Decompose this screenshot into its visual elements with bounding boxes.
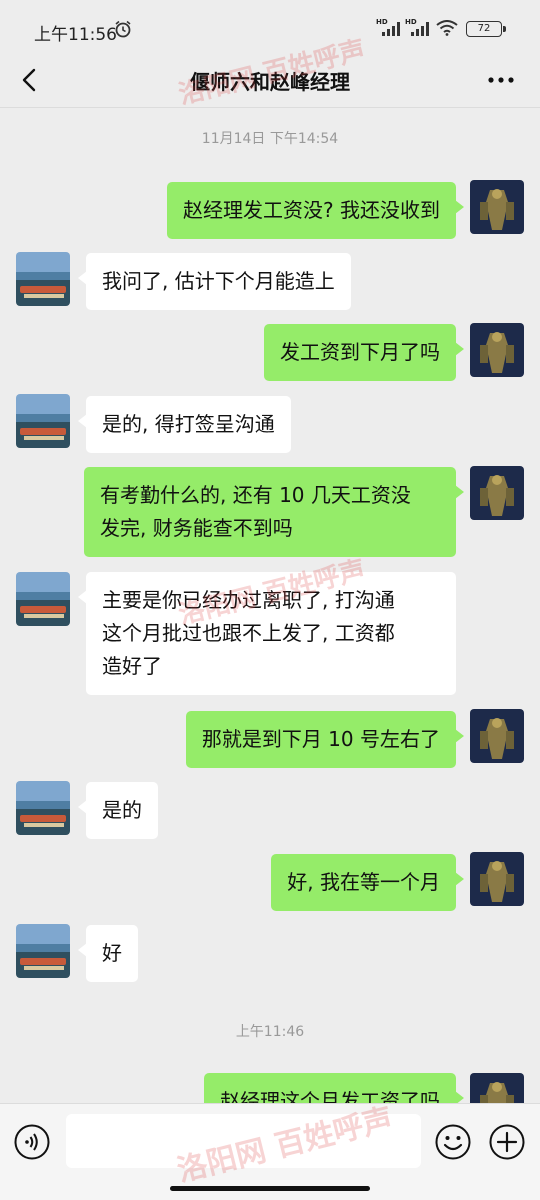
message-input[interactable] [66,1114,421,1168]
message-bubble-other[interactable]: 是的, 得打签呈沟通 [78,396,291,453]
message-bubble-self[interactable]: 有考勤什么的, 还有 10 几天工资没 发完, 财务能查不到吗 [84,467,464,557]
alarm-clock-icon [115,20,131,38]
avatar-other[interactable] [16,781,70,835]
timestamp: 11月14日 下午14:54 [201,131,339,147]
timestamp: 上午11:46 [235,1024,305,1040]
avatar-self[interactable] [470,852,524,906]
avatar-other[interactable] [16,394,70,448]
home-indicator [170,1186,370,1191]
status-bar: 上午11:56 HD HD 72 [0,0,540,56]
avatar-other[interactable] [16,924,70,978]
plus-icon[interactable] [489,1124,525,1160]
message-bubble-other[interactable]: 主要是你已经办过离职了, 打沟通 这个月批过也跟不上发了, 工资都 造好了 [78,572,456,695]
avatar-other[interactable] [16,572,70,626]
message-line: 发完, 财务能查不到吗 [100,516,293,540]
message-line: 有考勤什么的, 还有 10 几天工资没 [100,483,411,507]
signal-1-icon: HD [376,18,404,38]
message-bubble-other[interactable]: 好 [78,925,138,982]
battery-indicator: 72 [466,21,506,37]
message-bubble-self[interactable]: 那就是到下月 10 号左右了 [185,711,465,768]
voice-icon[interactable] [14,1124,50,1160]
chat-title: 偃师六和赵峰经理 [190,70,350,94]
wifi-icon [436,20,458,36]
more-dots-icon[interactable] [486,68,516,92]
avatar-self[interactable] [470,323,524,377]
message-line: 主要是你已经办过离职了, 打沟通 [102,588,395,612]
message-bubble-self[interactable]: 好, 我在等一个月 [271,854,464,911]
avatar-self[interactable] [470,180,524,234]
message-line: 造好了 [102,654,162,678]
signal-2-icon: HD [405,18,433,38]
chat-header: 偃师六和赵峰经理 [0,56,540,108]
message-bubble-self[interactable]: 发工资到下月了吗 [264,324,464,381]
avatar-self[interactable] [470,466,524,520]
message-line: 这个月批过也跟不上发了, 工资都 [102,621,395,645]
message-bubble-other[interactable]: 我问了, 估计下个月能造上 [78,253,351,310]
emoji-icon[interactable] [435,1124,471,1160]
message-bubble-other[interactable]: 是的 [78,782,158,839]
avatar-other[interactable] [16,252,70,306]
status-time: 上午11:56 [34,25,117,45]
message-bubble-self[interactable]: 赵经理发工资没? 我还没收到 [167,182,464,239]
avatar-self[interactable] [470,709,524,763]
